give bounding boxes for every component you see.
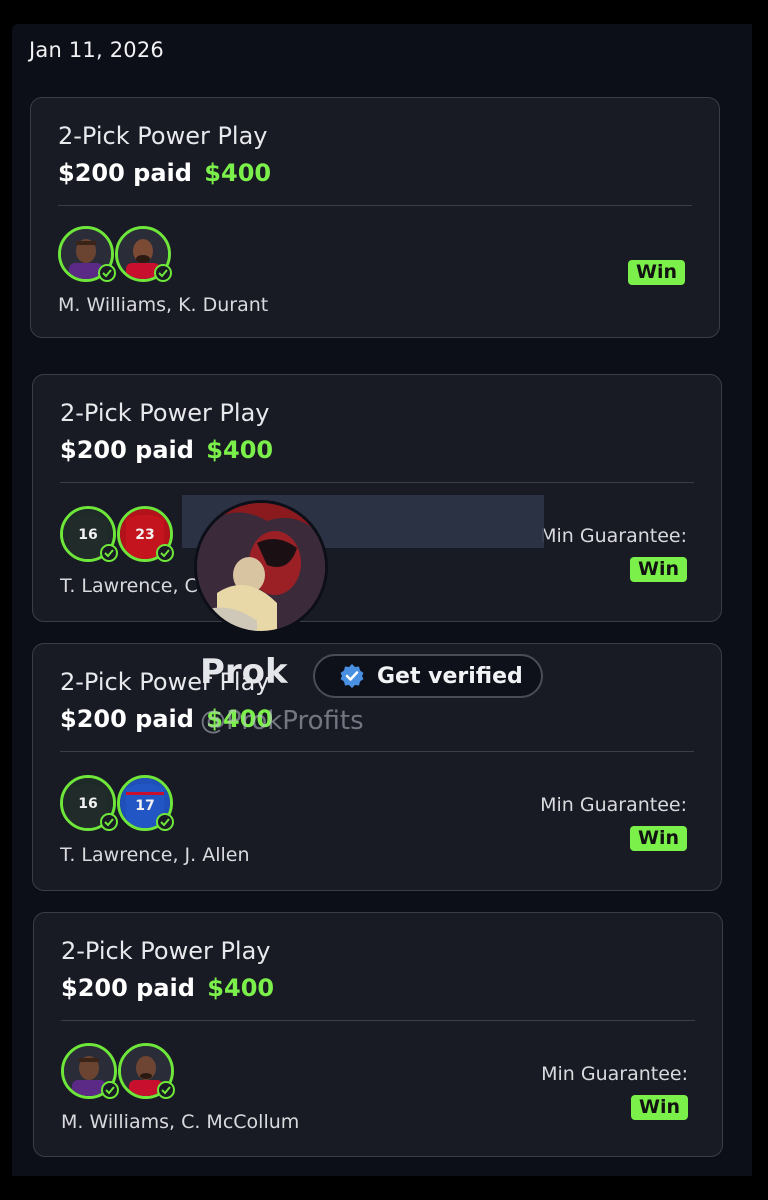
entry-payout: $400 (207, 974, 275, 1002)
result-badge: Win (630, 826, 687, 851)
entry-card[interactable]: 2-Pick Power Play $200 paid $400 M. Will… (33, 912, 723, 1157)
result-badge: Win (628, 260, 685, 285)
player-names: M. Williams, C. McCollum (61, 1111, 300, 1133)
divider (60, 482, 694, 483)
min-guarantee-label: Min Guarantee: (540, 794, 687, 816)
profile-name: Prok (200, 652, 288, 692)
entry-card[interactable]: 2-Pick Power Play $200 paid $400 M. Will… (30, 97, 720, 338)
svg-text:23: 23 (135, 527, 154, 543)
check-icon (101, 1081, 119, 1099)
check-icon (100, 813, 118, 831)
profile-handle: @ProkProfits (200, 706, 364, 736)
entry-stake: $200 paid (60, 705, 194, 733)
svg-text:16: 16 (78, 527, 97, 543)
get-verified-button[interactable]: Get verified (313, 654, 543, 698)
entry-stake-line: $200 paid $400 (60, 436, 273, 464)
entry-stake-line: $200 paid $400 (61, 974, 274, 1002)
result-badge: Win (630, 557, 687, 582)
entry-payout: $400 (204, 159, 272, 187)
entry-title: 2-Pick Power Play (60, 399, 270, 427)
check-icon (98, 264, 116, 282)
check-icon (154, 264, 172, 282)
svg-text:17: 17 (135, 798, 154, 814)
player-avatars: 16 23 (60, 506, 180, 568)
profile-avatar[interactable] (194, 500, 328, 634)
entry-stake: $200 paid (61, 974, 195, 1002)
entry-payout: $400 (206, 436, 274, 464)
player-avatars: 16 17 (60, 775, 180, 837)
divider (60, 751, 694, 752)
svg-text:16: 16 (78, 796, 97, 812)
result-badge: Win (631, 1095, 688, 1120)
verified-badge-icon (340, 664, 364, 688)
divider (61, 1020, 695, 1021)
entry-stake: $200 paid (60, 436, 194, 464)
player-names: T. Lawrence, J. Allen (60, 844, 250, 866)
check-icon (156, 544, 174, 562)
entry-title: 2-Pick Power Play (58, 122, 268, 150)
min-guarantee-label: Min Guarantee: (540, 525, 687, 547)
check-icon (156, 813, 174, 831)
entry-stake-line: $200 paid $400 (58, 159, 271, 187)
divider (58, 205, 692, 206)
entry-title: 2-Pick Power Play (61, 937, 271, 965)
min-guarantee-label: Min Guarantee: (541, 1063, 688, 1085)
player-avatars (58, 226, 178, 288)
player-names: M. Williams, K. Durant (58, 294, 269, 316)
date-heading: Jan 11, 2026 (29, 38, 164, 62)
player-avatars (61, 1043, 181, 1105)
get-verified-label: Get verified (377, 663, 523, 689)
entry-stake: $200 paid (58, 159, 192, 187)
check-icon (157, 1081, 175, 1099)
check-icon (100, 544, 118, 562)
